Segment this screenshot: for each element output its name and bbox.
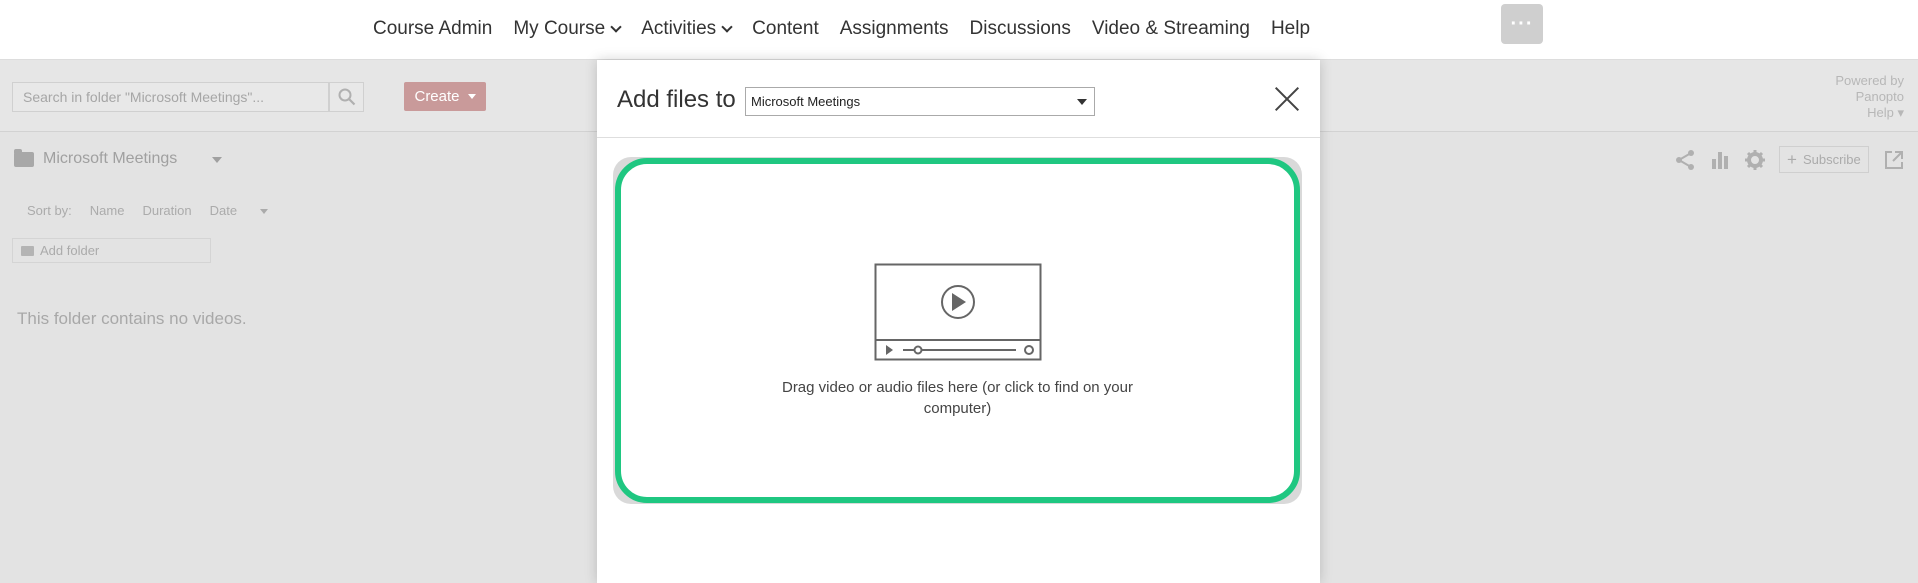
help-menu[interactable]: Help ▾ — [1835, 105, 1904, 121]
caret-down-icon — [467, 94, 476, 99]
caret-down-icon — [260, 209, 269, 215]
nav-content[interactable]: Content — [752, 18, 819, 40]
plus-icon: + — [1787, 149, 1797, 169]
dropzone-instructions: Drag video or audio files here (or click… — [781, 379, 1133, 417]
sort-date-label: Date — [209, 203, 238, 218]
nav-label: Course Admin — [373, 18, 493, 39]
folder-dropdown-icon[interactable] — [212, 157, 222, 163]
subscribe-button[interactable]: + Subscribe — [1779, 146, 1869, 173]
powered-by-label: Powered by — [1835, 73, 1904, 88]
help-label: Help — [1867, 105, 1894, 120]
caret-down-icon: ▾ — [1897, 105, 1904, 120]
top-navigation: Course Admin My Course Activities Conten… — [0, 0, 1918, 60]
search-button[interactable] — [329, 82, 364, 112]
sort-label: Sort by: — [27, 203, 72, 218]
sort-bar: Sort by: Name Duration Date — [27, 203, 304, 218]
file-dropzone[interactable]: Drag video or audio files here (or click… — [615, 158, 1300, 503]
nav-label: Activities — [641, 18, 717, 39]
nav-discussions[interactable]: Discussions — [970, 18, 1071, 40]
panopto-brand: Panopto — [1855, 89, 1904, 104]
empty-folder-message: This folder contains no videos. — [17, 309, 247, 328]
add-folder-button[interactable]: Add folder — [12, 238, 211, 263]
nav-label: Content — [752, 18, 819, 39]
sort-option-date[interactable]: Date — [210, 203, 286, 218]
create-button[interactable]: Create — [404, 82, 486, 111]
sort-option-name[interactable]: Name — [90, 203, 125, 218]
chevron-down-icon — [610, 20, 622, 33]
nav-label: Video & Streaming — [1091, 18, 1250, 39]
nav-label: Assignments — [839, 18, 949, 39]
nav-video-streaming[interactable]: Video & Streaming — [1092, 18, 1250, 40]
gear-icon[interactable] — [1744, 149, 1766, 171]
nav-assignments[interactable]: Assignments — [840, 18, 949, 40]
folder-tools: + Subscribe — [1674, 146, 1918, 173]
nav-label: My Course — [513, 18, 606, 39]
folder-select-value: Microsoft Meetings — [751, 94, 861, 109]
add-folder-icon — [21, 245, 34, 256]
modal-header: Add files to Microsoft Meetings — [597, 60, 1320, 138]
stats-icon[interactable] — [1709, 149, 1731, 171]
chevron-down-icon — [721, 20, 733, 33]
nav-activities[interactable]: Activities — [641, 18, 733, 40]
add-files-modal: Add files to Microsoft Meetings Drag vid… — [597, 60, 1320, 583]
more-options-button[interactable]: ··· — [1501, 4, 1543, 44]
search-input[interactable]: Search in folder "Microsoft Meetings"... — [12, 82, 329, 112]
nav-items: Course Admin My Course Activities Conten… — [373, 0, 1331, 58]
close-icon[interactable] — [1274, 86, 1300, 112]
search-icon — [338, 88, 355, 106]
folder-select[interactable]: Microsoft Meetings — [745, 87, 1095, 116]
nav-label: Help — [1270, 18, 1311, 39]
create-label: Create — [414, 88, 460, 105]
modal-title: Add files to — [617, 86, 736, 113]
sort-option-duration[interactable]: Duration — [142, 203, 191, 218]
caret-down-icon — [1077, 99, 1087, 105]
nav-help[interactable]: Help — [1271, 18, 1310, 40]
nav-course-admin[interactable]: Course Admin — [373, 18, 492, 40]
subscribe-label: Subscribe — [1802, 152, 1861, 167]
folder-icon — [14, 148, 34, 167]
nav-label: Discussions — [969, 18, 1071, 39]
powered-by: Powered by Panopto Help ▾ — [1835, 73, 1904, 121]
share-icon[interactable] — [1674, 149, 1696, 171]
nav-my-course[interactable]: My Course — [513, 18, 622, 40]
video-icon — [874, 263, 1042, 361]
add-folder-label: Add folder — [40, 243, 100, 258]
folder-name: Microsoft Meetings — [43, 150, 178, 167]
open-external-icon[interactable] — [1883, 149, 1905, 171]
ellipsis-icon: ··· — [1510, 12, 1534, 35]
folder-title[interactable]: Microsoft Meetings — [14, 148, 178, 168]
